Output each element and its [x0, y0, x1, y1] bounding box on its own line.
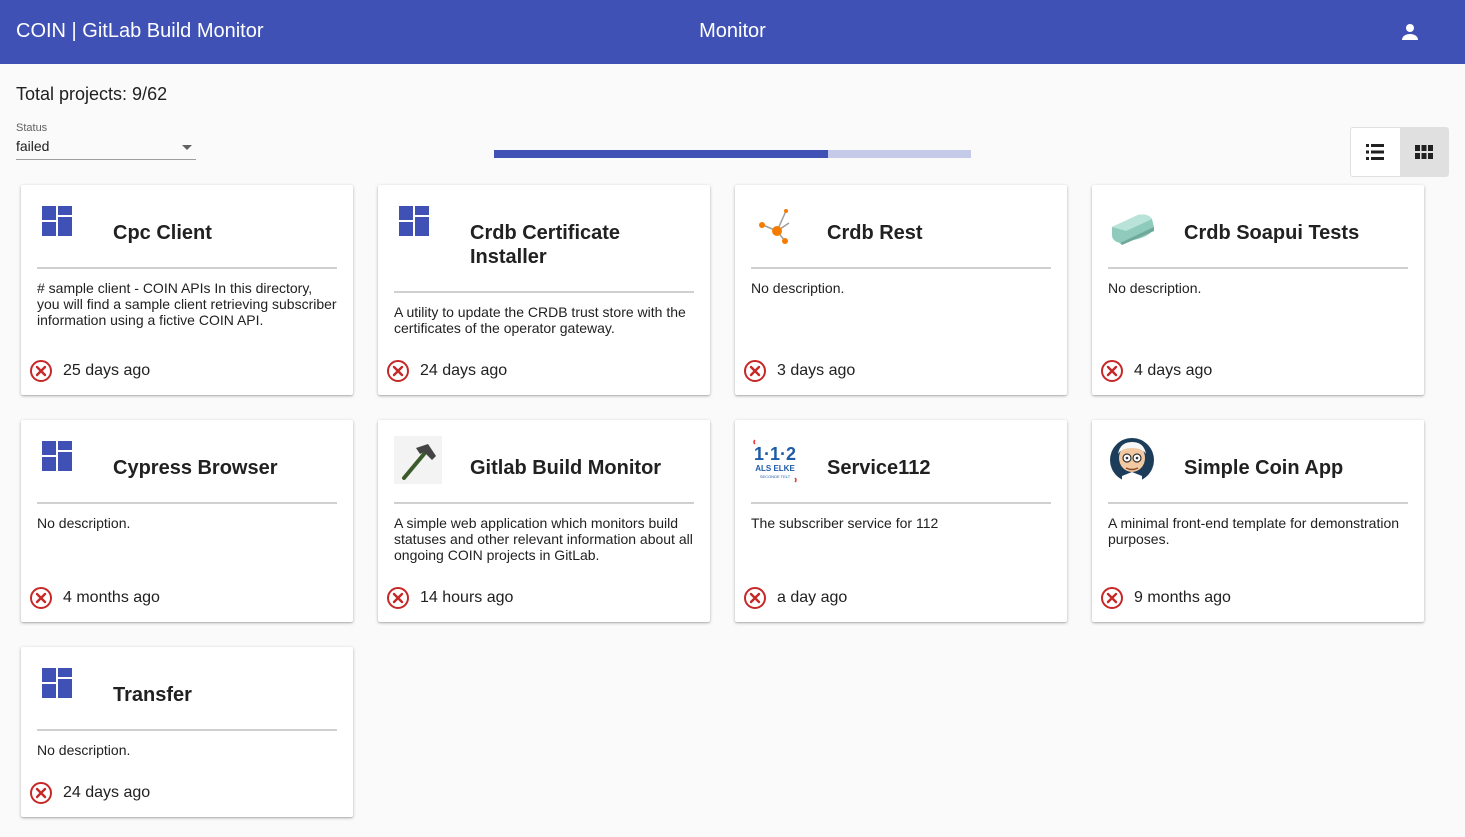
pipeline-status: 24 days ago: [386, 359, 507, 383]
project-name[interactable]: Cypress Browser: [113, 456, 341, 480]
default-project-icon: [394, 201, 442, 249]
last-pipeline-time: 25 days ago: [63, 362, 151, 379]
card-divider: [37, 267, 337, 269]
loading-progress-bar: [494, 150, 971, 158]
project-description: No description.: [1108, 280, 1202, 296]
project-description: The subscriber service for 112: [751, 515, 939, 531]
network-nodes-icon: [751, 201, 799, 249]
soap-bar-icon: [1108, 201, 1156, 249]
logo-sub-text-2: SECONDE TELT: [760, 474, 791, 479]
logo-main-text: 1·1·2: [754, 444, 796, 464]
last-pipeline-time: 4 months ago: [63, 589, 160, 606]
chevron-down-icon: [182, 145, 192, 150]
card-divider: [1108, 502, 1408, 504]
service112-logo-icon: 1·1·2 ALS ELKE SECONDE TELT: [751, 436, 799, 484]
pipeline-status: 3 days ago: [743, 359, 855, 383]
pipeline-status: a day ago: [743, 586, 847, 610]
failed-status-icon: [387, 360, 409, 382]
grid-view-button[interactable]: [1399, 128, 1448, 176]
project-name[interactable]: Crdb Rest: [827, 221, 1055, 245]
project-card[interactable]: Crdb Soapui Tests No description. 4 days…: [1092, 185, 1424, 395]
card-divider: [37, 502, 337, 504]
last-pipeline-time: a day ago: [777, 589, 848, 606]
project-description: A utility to update the CRDB trust store…: [394, 304, 686, 336]
list-view-button[interactable]: [1351, 128, 1400, 176]
last-pipeline-time: 24 days ago: [420, 362, 508, 379]
failed-status-icon: [1101, 587, 1123, 609]
professor-avatar-icon: [1108, 436, 1156, 484]
status-select[interactable]: failed: [16, 138, 196, 160]
project-card[interactable]: Cypress Browser No description. 4 months…: [21, 420, 353, 622]
project-name[interactable]: Simple Coin App: [1184, 456, 1412, 480]
project-card[interactable]: Simple Coin App A minimal front-end temp…: [1092, 420, 1424, 622]
card-divider: [751, 267, 1051, 269]
project-name[interactable]: Crdb Certificate Installer: [470, 221, 698, 269]
project-card[interactable]: Crdb Rest No description. 3 days ago: [735, 185, 1067, 395]
hammer-icon: [394, 436, 442, 484]
project-card[interactable]: 1·1·2 ALS ELKE SECONDE TELT Service112 The…: [735, 420, 1067, 622]
last-pipeline-time: 14 hours ago: [420, 589, 514, 606]
pipeline-status: 24 days ago: [29, 781, 150, 805]
grid-view-icon: [1414, 145, 1433, 159]
total-projects-count: Total projects: 9/62: [16, 84, 168, 104]
project-name[interactable]: Crdb Soapui Tests: [1184, 221, 1412, 245]
project-card[interactable]: Cpc Client # sample client - COIN APIs I…: [21, 185, 353, 395]
app-bar: COIN | GitLab Build Monitor Monitor: [0, 0, 1465, 64]
project-name[interactable]: Service112: [827, 456, 1055, 480]
failed-status-icon: [1101, 360, 1123, 382]
pipeline-status: 4 days ago: [1100, 359, 1212, 383]
project-name[interactable]: Transfer: [113, 683, 341, 707]
account-button[interactable]: [1392, 14, 1428, 50]
failed-status-icon: [30, 360, 52, 382]
card-divider: [751, 502, 1051, 504]
failed-status-icon: [387, 587, 409, 609]
card-divider: [394, 502, 694, 504]
default-project-icon: [37, 663, 85, 711]
card-divider: [394, 291, 694, 293]
view-toggle: [1350, 127, 1449, 177]
failed-status-icon: [744, 360, 766, 382]
last-pipeline-time: 3 days ago: [777, 362, 856, 379]
project-name[interactable]: Gitlab Build Monitor: [470, 456, 698, 480]
pipeline-status: 4 months ago: [29, 586, 160, 610]
project-card[interactable]: Gitlab Build Monitor A simple web applic…: [378, 420, 710, 622]
progress-fill: [494, 150, 828, 158]
project-description: No description.: [751, 280, 845, 296]
last-pipeline-time: 4 days ago: [1134, 362, 1213, 379]
card-divider: [37, 729, 337, 731]
default-project-icon: [37, 436, 85, 484]
project-card[interactable]: Transfer No description. 24 days ago: [21, 647, 353, 817]
logo-sub-text: ALS ELKE: [755, 464, 795, 473]
project-description: A minimal front-end template for demonst…: [1108, 515, 1400, 547]
failed-status-icon: [30, 782, 52, 804]
project-description: No description.: [37, 515, 131, 531]
failed-status-icon: [744, 587, 766, 609]
project-description: A simple web application which monitors …: [394, 515, 693, 563]
card-divider: [1108, 267, 1408, 269]
pipeline-status: 9 months ago: [1100, 586, 1231, 610]
status-filter-label: Status: [16, 122, 48, 134]
project-description: # sample client - COIN APIs In this dire…: [37, 280, 337, 328]
status-select-value: failed: [16, 138, 50, 154]
app-title[interactable]: COIN | GitLab Build Monitor: [16, 20, 264, 43]
project-description: No description.: [37, 742, 131, 758]
failed-status-icon: [30, 587, 52, 609]
pipeline-status: 25 days ago: [29, 359, 150, 383]
list-view-icon: [1366, 144, 1385, 160]
last-pipeline-time: 24 days ago: [63, 784, 151, 801]
account-icon: [1402, 24, 1418, 40]
pipeline-status: 14 hours ago: [386, 586, 513, 610]
last-pipeline-time: 9 months ago: [1134, 589, 1231, 606]
project-name[interactable]: Cpc Client: [113, 221, 341, 245]
status-filter[interactable]: Status failed: [16, 122, 196, 160]
default-project-icon: [37, 201, 85, 249]
project-card[interactable]: Crdb Certificate Installer A utility to …: [378, 185, 710, 395]
